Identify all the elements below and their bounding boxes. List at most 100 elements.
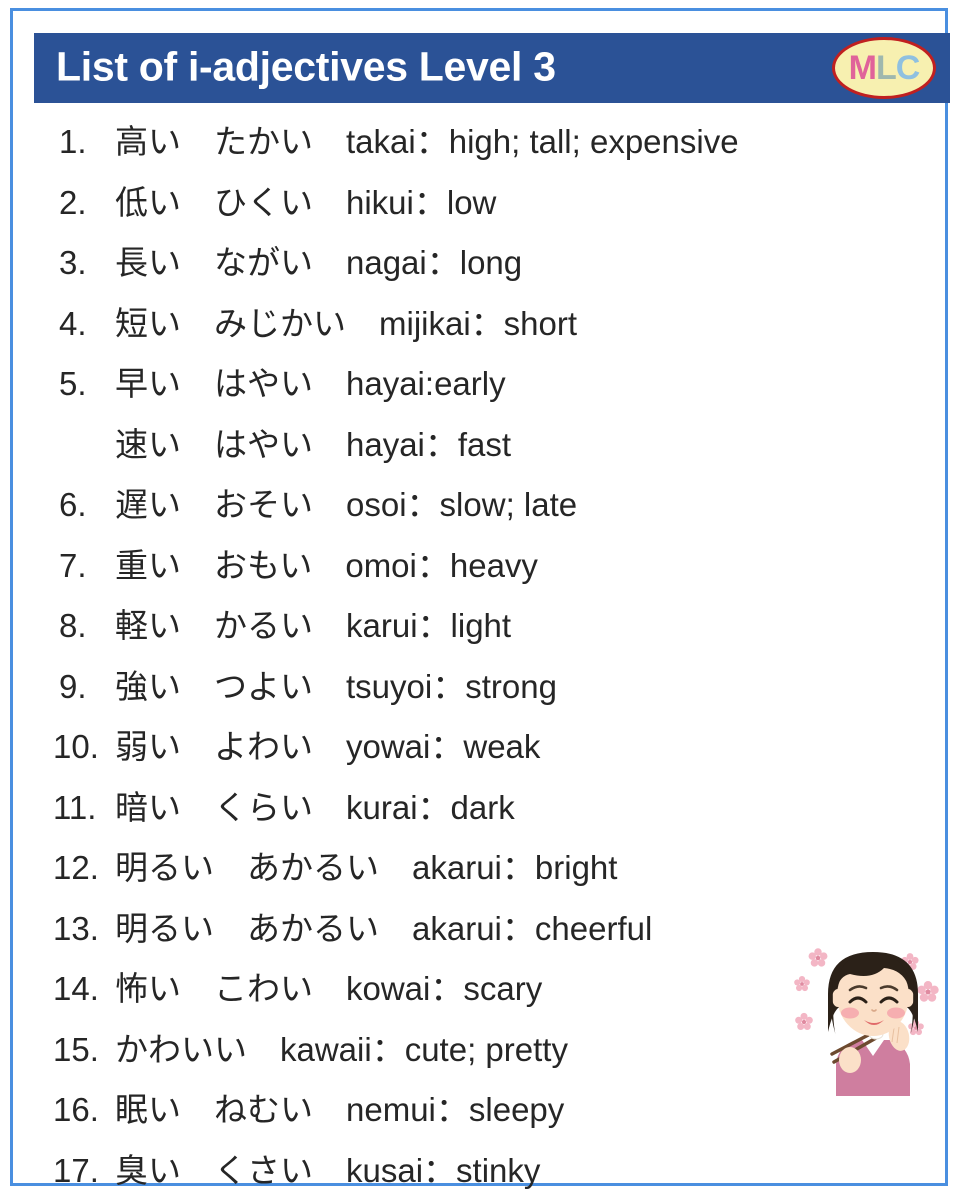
column-gap xyxy=(181,236,214,284)
row-kana: ひくい xyxy=(214,176,313,224)
left-hand xyxy=(839,1047,861,1073)
vocab-row: 12.明るい あかるい akarui：bright xyxy=(53,841,933,902)
right-ear xyxy=(902,989,914,1007)
row-kana: かわいい xyxy=(115,1023,247,1071)
row-meaning: cute; pretty xyxy=(405,1031,568,1069)
column-gap xyxy=(379,902,412,950)
row-separator: ： xyxy=(418,599,451,647)
column-gap xyxy=(313,176,346,224)
row-kanji: 遅い xyxy=(115,478,181,526)
row-separator: ： xyxy=(423,1144,456,1192)
row-romaji: hikui xyxy=(346,184,414,222)
column-gap xyxy=(379,841,412,889)
row-kana: あかるい xyxy=(247,902,379,950)
row-separator: ： xyxy=(430,962,463,1010)
row-romaji: yowai xyxy=(346,728,430,766)
column-gap xyxy=(181,962,214,1010)
row-kanji: 強い xyxy=(115,660,181,708)
row-number: 2. xyxy=(53,184,115,222)
vocab-row: 5.早い はやい hayai: early xyxy=(53,357,933,418)
column-gap xyxy=(313,599,346,647)
column-gap xyxy=(313,720,346,768)
row-meaning: weak xyxy=(463,728,540,766)
row-meaning: cheerful xyxy=(535,910,652,948)
row-romaji: kowai xyxy=(346,970,430,1008)
row-kana: みじかい xyxy=(214,297,346,345)
row-romaji: tsuyoi xyxy=(346,668,432,706)
column-gap xyxy=(181,1144,214,1192)
row-kanji: 重い xyxy=(115,539,181,587)
illustration-svg xyxy=(788,936,958,1096)
row-kanji: 臭い xyxy=(115,1144,181,1192)
row-separator: ： xyxy=(425,418,458,466)
row-kanji: 短い xyxy=(115,297,181,345)
vocab-row: 10.弱い よわい yowai：weak xyxy=(53,720,933,781)
vocab-row: 11.暗い くらい kurai：dark xyxy=(53,781,933,842)
row-kanji: 明るい xyxy=(115,841,214,889)
column-gap xyxy=(346,297,379,345)
row-romaji: karui xyxy=(346,607,418,645)
row-meaning: sleepy xyxy=(469,1091,564,1129)
row-kana: よわい xyxy=(214,720,313,768)
row-separator: ： xyxy=(416,115,449,163)
row-number: 16. xyxy=(53,1091,115,1129)
row-separator: ： xyxy=(417,539,450,587)
vocab-row: 4.短い みじかい mijikai：short xyxy=(53,297,933,358)
row-number: 11. xyxy=(53,789,115,827)
row-meaning: dark xyxy=(451,789,515,827)
row-kanji: 軽い xyxy=(115,599,181,647)
row-separator: ： xyxy=(430,720,463,768)
column-gap xyxy=(181,357,214,405)
row-meaning: high; tall; expensive xyxy=(449,123,739,161)
vocab-row: 1.高い たかい takai：high; tall; expensive xyxy=(53,115,933,176)
row-number: 3. xyxy=(53,244,115,282)
logo-letter-m: M xyxy=(849,51,876,85)
column-gap xyxy=(181,720,214,768)
row-kana: はやい xyxy=(214,357,313,405)
column-gap xyxy=(313,1144,346,1192)
vocab-row: 速い はやい hayai：fast xyxy=(53,418,933,479)
row-separator: ： xyxy=(372,1023,405,1071)
row-kanji: 明るい xyxy=(115,902,214,950)
row-kana: おもい xyxy=(214,539,312,587)
column-gap xyxy=(181,599,214,647)
row-romaji: takai xyxy=(346,123,416,161)
row-separator: : xyxy=(425,365,434,403)
column-gap xyxy=(181,418,214,466)
row-kanji: 怖い xyxy=(115,962,181,1010)
row-meaning: slow; late xyxy=(440,486,578,524)
row-separator: ： xyxy=(502,902,535,950)
row-meaning: light xyxy=(451,607,512,645)
row-meaning: bright xyxy=(535,849,618,887)
row-kana: かるい xyxy=(214,599,313,647)
row-number: 1. xyxy=(53,123,115,161)
row-kana: こわい xyxy=(214,962,313,1010)
vocab-row: 7.重い おもい omoi：heavy xyxy=(53,539,933,600)
column-gap xyxy=(313,418,346,466)
row-romaji: nagai xyxy=(346,244,427,282)
column-gap xyxy=(313,357,346,405)
row-separator: ： xyxy=(427,236,460,284)
row-kanji: 長い xyxy=(115,236,181,284)
row-romaji: hayai xyxy=(346,426,425,464)
column-gap xyxy=(313,660,346,708)
row-separator: ： xyxy=(502,841,535,889)
woman-eating-illustration xyxy=(788,936,958,1096)
row-kana: たかい xyxy=(214,115,313,163)
poster-frame: List of i-adjectives Level 3 MLC 1.高い たか… xyxy=(10,8,948,1186)
logo-letter-c: C xyxy=(896,51,920,85)
row-romaji: osoi xyxy=(346,486,407,524)
row-romaji: kurai xyxy=(346,789,418,827)
row-meaning: long xyxy=(460,244,522,282)
column-gap xyxy=(181,176,214,224)
row-kanji: 弱い xyxy=(115,720,181,768)
column-gap xyxy=(313,478,346,526)
column-gap xyxy=(313,115,346,163)
row-romaji: akarui xyxy=(412,910,502,948)
left-blush xyxy=(841,1008,859,1019)
row-number: 12. xyxy=(53,849,115,887)
row-kana: くさい xyxy=(214,1144,313,1192)
row-separator: ： xyxy=(407,478,440,526)
left-ear xyxy=(832,989,844,1007)
row-romaji: akarui xyxy=(412,849,502,887)
